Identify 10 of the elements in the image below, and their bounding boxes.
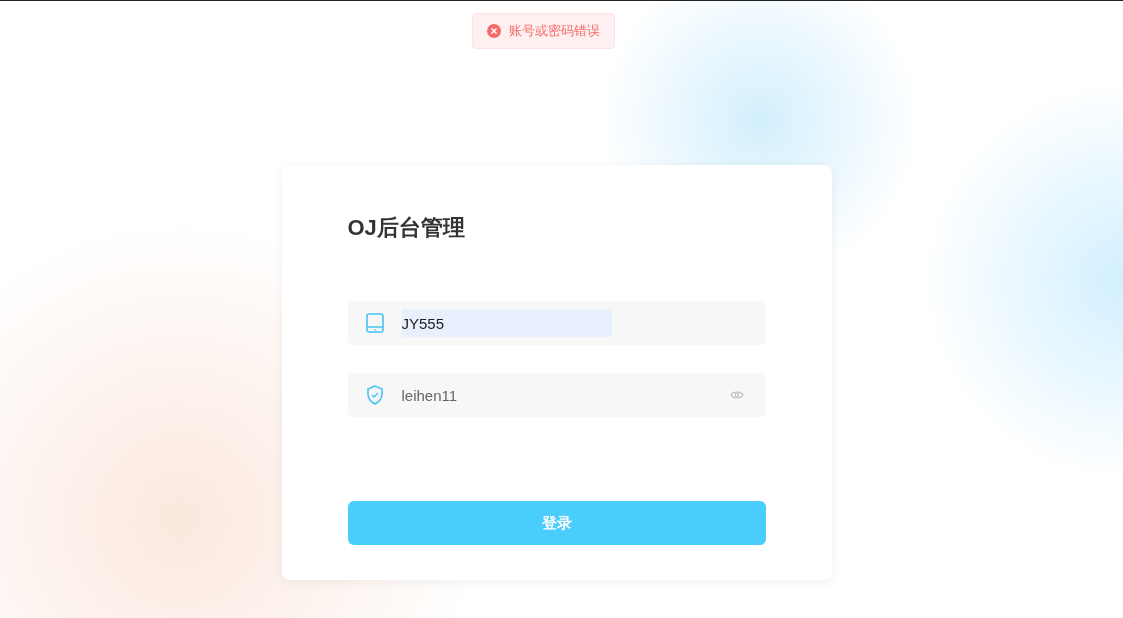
eye-icon[interactable] xyxy=(729,390,744,400)
toast-message: 账号或密码错误 xyxy=(509,22,600,40)
account-field[interactable]: JY555 xyxy=(347,301,766,345)
login-title: OJ后台管理 xyxy=(347,214,466,242)
tablet-icon xyxy=(365,313,384,333)
shield-check-icon xyxy=(365,385,384,405)
account-input[interactable]: JY555 xyxy=(401,309,612,337)
close-circle-icon xyxy=(487,24,501,38)
password-field[interactable]: leihen11 xyxy=(347,373,766,417)
password-input[interactable]: leihen11 xyxy=(401,381,712,409)
